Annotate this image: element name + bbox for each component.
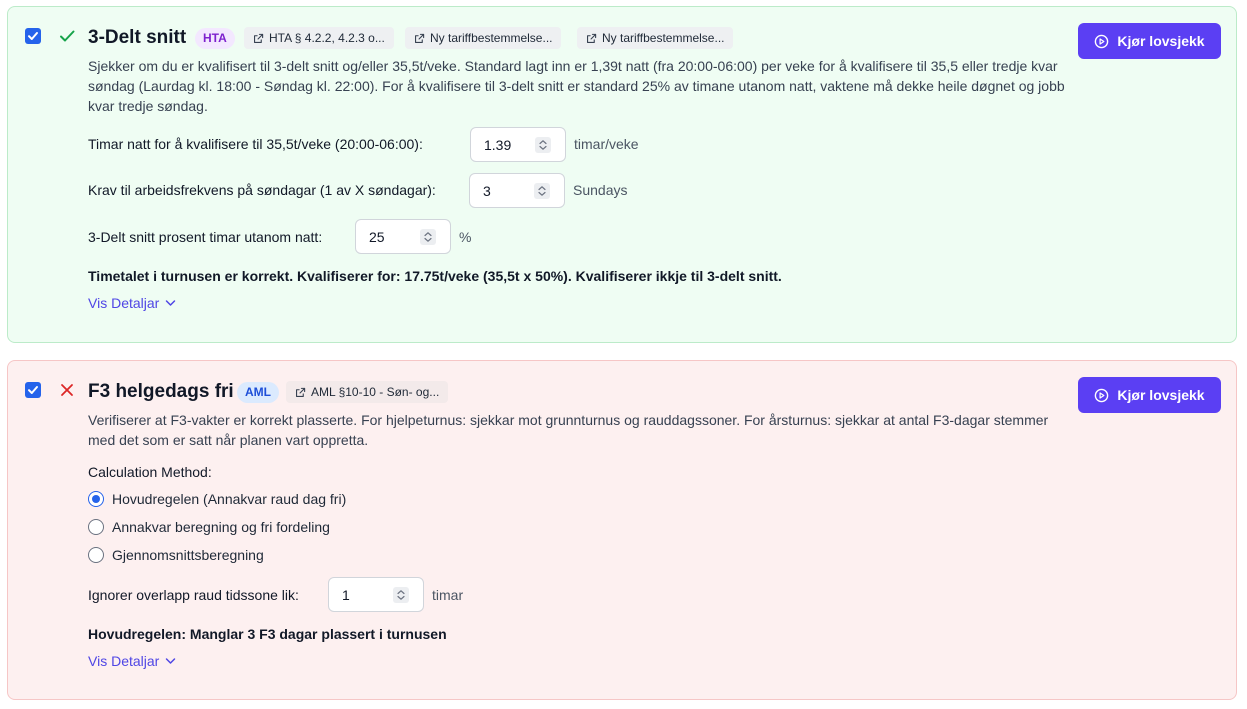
radio-button[interactable] [88,491,104,507]
rule-card-3-delt-snitt: 3-Delt snitt HTA HTA § 4.2.2, 4.2.3 o...… [7,6,1237,343]
run-check-button[interactable]: Kjør lovsjekk [1078,377,1221,413]
radio-button[interactable] [88,547,104,563]
chevron-down-icon [166,300,176,306]
show-details-label: Vis Detaljar [88,653,160,669]
check-icon [58,27,76,45]
input-value: 3 [483,183,491,199]
spinner-icon[interactable] [535,137,551,153]
rule-title: F3 helgedags fri [88,381,234,402]
external-link-icon [415,33,425,43]
x-icon [58,381,76,399]
reference-link[interactable]: HTA § 4.2.2, 4.2.3 o... [244,27,394,49]
ignore-overlap-label: Ignorer overlapp raud tidssone lik: [88,587,299,603]
method-option-annakvar[interactable]: Annakvar beregning og fri fordeling [88,519,330,535]
rule-description: Verifiserer at F3-vakter er korrekt plas… [88,412,1049,448]
external-link-icon [254,33,264,43]
reference-label: AML §10-10 - Søn- og... [311,385,440,399]
unit-label: Sundays [573,182,628,198]
unit-label: % [459,229,472,245]
reference-label: Ny tariffbestemmelse... [602,31,725,45]
ignore-overlap-input[interactable]: 1 [328,577,424,612]
night-hours-label: Timar natt for å kvalifisere til 35,5t/v… [88,136,423,152]
run-check-label: Kjør lovsjekk [1117,33,1205,49]
reference-label: HTA § 4.2.2, 4.2.3 o... [269,31,385,45]
rule-description: Sjekker om du er kvalifisert til 3-delt … [88,58,1065,114]
checkmark-icon [28,32,38,40]
sunday-frequency-input[interactable]: 3 [469,173,565,208]
method-option-label: Gjennomsnittsberegning [112,547,264,563]
reference-link[interactable]: Ny tariffbestemmelse... [577,27,734,49]
unit-label: timar [432,587,464,603]
run-check-label: Kjør lovsjekk [1117,387,1205,403]
method-option-label: Hovudregelen (Annakvar raud dag fri) [112,491,347,507]
input-value: 1.39 [484,137,512,153]
method-option-label: Annakvar beregning og fri fordeling [112,519,330,535]
reference-link[interactable]: Ny tariffbestemmelse... [405,27,562,49]
external-link-icon [587,33,597,43]
spinner-icon[interactable] [534,183,550,199]
calculation-method-label: Calculation Method: [88,464,212,480]
enable-checkbox[interactable] [25,28,41,44]
play-circle-icon [1095,388,1109,402]
law-badge: HTA [195,28,235,49]
run-check-button[interactable]: Kjør lovsjekk [1078,23,1221,59]
sunday-frequency-label: Krav til arbeidsfrekvens på søndagar (1 … [88,182,436,198]
rule-card-f3-helgedags-fri: F3 helgedags fri AML AML §10-10 - Søn- o… [7,360,1237,700]
chevron-down-icon [166,658,176,664]
law-badge: AML [237,382,279,403]
show-details-label: Vis Detaljar [88,295,160,311]
show-details-link[interactable]: Vis Detaljar [88,295,176,311]
method-option-hovudregelen[interactable]: Hovudregelen (Annakvar raud dag fri) [88,491,346,507]
reference-label: Ny tariffbestemmelse... [430,31,553,45]
method-option-gjennomsnitt[interactable]: Gjennomsnittsberegning [88,547,264,563]
percent-hours-label: 3-Delt snitt prosent timar utanom natt: [88,229,323,245]
unit-label: timar/veke [574,136,639,152]
spinner-icon[interactable] [420,229,436,245]
result-text: Timetalet i turnusen er korrekt. Kvalifi… [88,268,782,284]
input-value: 25 [369,229,385,245]
external-link-icon [296,387,306,397]
play-circle-icon [1095,34,1109,48]
checkmark-icon [28,386,38,394]
percent-hours-input[interactable]: 25 [355,219,451,254]
night-hours-input[interactable]: 1.39 [470,127,566,162]
rule-title: 3-Delt snitt [88,27,187,48]
spinner-icon[interactable] [393,587,409,603]
radio-button[interactable] [88,519,104,535]
reference-link[interactable]: AML §10-10 - Søn- og... [286,381,449,403]
enable-checkbox[interactable] [25,382,41,398]
result-text: Hovudregelen: Manglar 3 F3 dagar plasser… [88,626,447,642]
input-value: 1 [342,587,350,603]
show-details-link[interactable]: Vis Detaljar [88,653,176,669]
